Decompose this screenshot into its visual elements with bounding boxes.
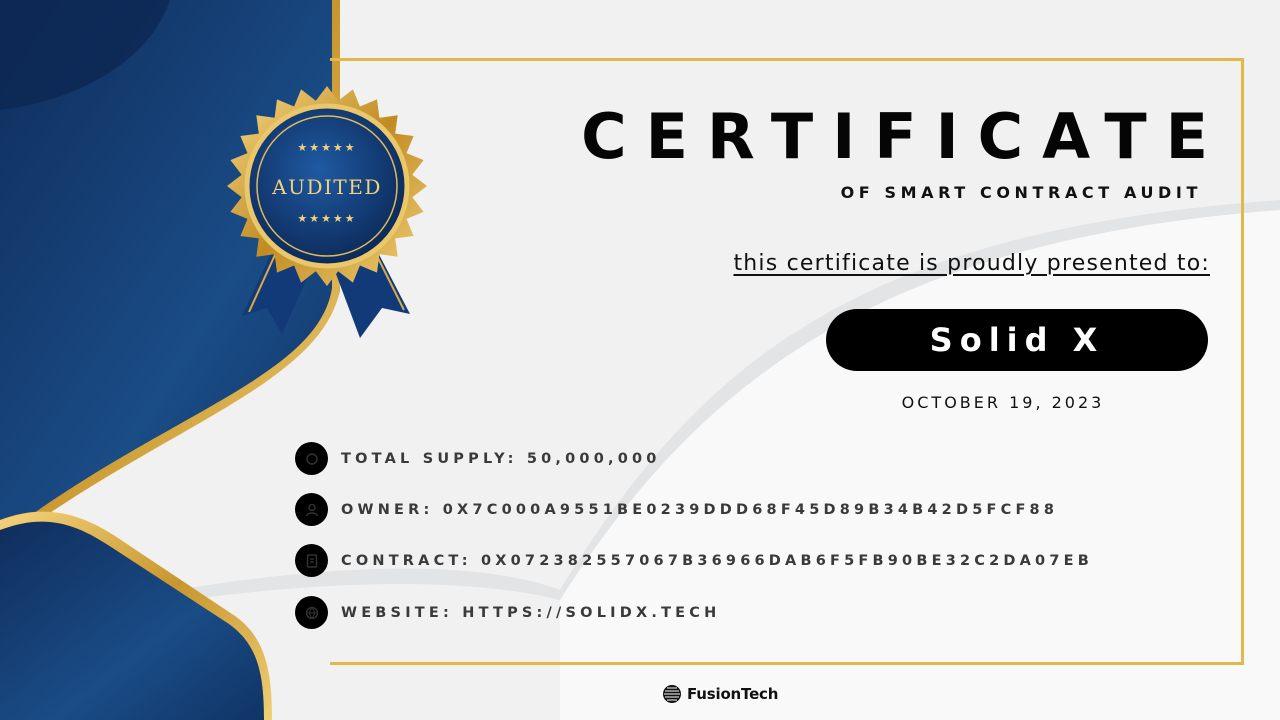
certificate-subtitle: OF SMART CONTRACT AUDIT <box>840 183 1202 202</box>
detail-row-supply: TOTAL SUPPLY: 50,000,000 <box>295 442 661 475</box>
detail-text: CONTRACT: 0X072382557067B36966DAB6F5FB90… <box>341 552 1093 569</box>
supply-icon <box>295 442 328 475</box>
certificate-date: OCTOBER 19, 2023 <box>901 393 1105 412</box>
seal-text: AUDITED <box>271 175 382 199</box>
fusiontech-logo-icon <box>663 685 681 703</box>
website-icon <box>295 596 328 629</box>
detail-row-website: WEBSITE: HTTPS://SOLIDX.TECH <box>295 596 720 629</box>
recipient-name-badge: Solid X <box>826 309 1208 371</box>
detail-text: TOTAL SUPPLY: 50,000,000 <box>341 450 661 467</box>
brand-name: FusionTech <box>687 685 779 703</box>
detail-row-contract: CONTRACT: 0X072382557067B36966DAB6F5FB90… <box>295 544 1093 577</box>
owner-icon <box>295 493 328 526</box>
recipient-name: Solid X <box>929 321 1105 359</box>
presented-to-label: this certificate is proudly presented to… <box>733 251 1210 276</box>
seal-stars-bottom: ★★★★★ <box>297 212 356 225</box>
brand-footer: FusionTech <box>662 684 778 704</box>
detail-text: WEBSITE: HTTPS://SOLIDX.TECH <box>341 604 721 621</box>
detail-row-owner: OWNER: 0X7C000A9551BE0239DDD68F45D89B34B… <box>295 493 1058 526</box>
detail-text: OWNER: 0X7C000A9551BE0239DDD68F45D89B34B… <box>341 501 1059 518</box>
audited-seal-badge: ★★★★★ AUDITED ★★★★★ <box>227 86 427 338</box>
seal-stars-top: ★★★★★ <box>297 141 356 154</box>
certificate-title: CERTIFICATE <box>581 100 1227 173</box>
contract-icon <box>295 544 328 577</box>
